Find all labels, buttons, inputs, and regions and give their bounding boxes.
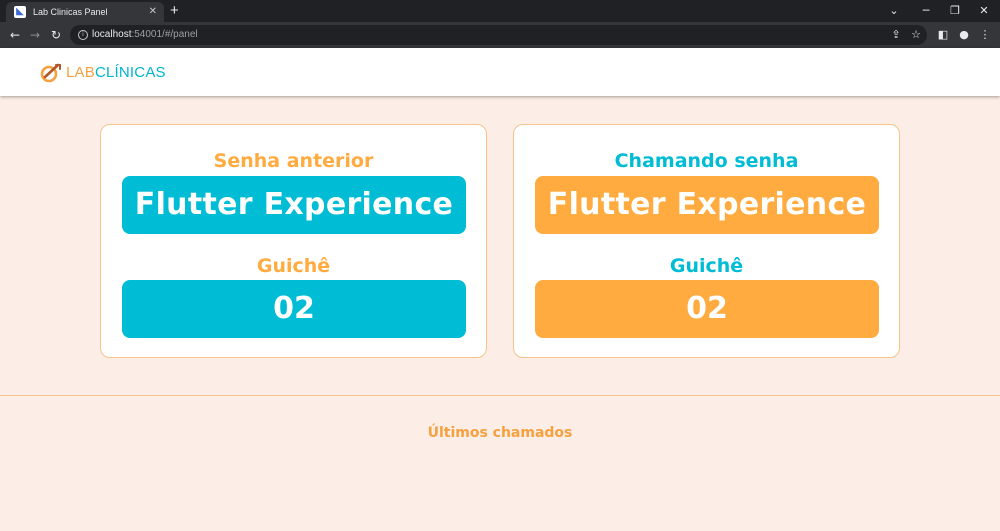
info-icon[interactable]: i — [78, 30, 88, 40]
app-header: LABCLÍNICAS — [0, 48, 1000, 96]
url-text[interactable]: localhost:54001/#/panel — [92, 28, 198, 42]
previous-desk-number: 02 — [122, 280, 466, 338]
previous-heading: Senha anterior — [213, 150, 374, 172]
profile-icon[interactable]: ● — [956, 27, 972, 43]
previous-desk-label: Guichê — [256, 255, 331, 277]
browser-tab-bar: ◣ Lab Clinicas Panel ✕ + ⌄ ─ ❐ ✕ — [0, 0, 1000, 22]
logo-text: LABCLÍNICAS — [66, 64, 166, 81]
previous-password-card: Senha anterior Flutter Experience Guichê… — [100, 124, 487, 358]
previous-password: Flutter Experience — [122, 176, 466, 234]
reload-icon[interactable]: ↻ — [48, 27, 64, 43]
back-icon[interactable]: ← — [7, 27, 23, 43]
menu-icon[interactable]: ⋮ — [977, 27, 993, 43]
new-tab-button[interactable]: + — [170, 3, 179, 18]
minimize-icon[interactable]: ─ — [914, 3, 938, 19]
flutter-icon: ◣ — [14, 6, 26, 18]
recent-calls-title: Últimos chamados — [427, 425, 573, 441]
forward-icon[interactable]: → — [27, 27, 43, 43]
current-password-card: Chamando senha Flutter Experience Guichê… — [513, 124, 900, 358]
current-desk-label: Guichê — [669, 255, 744, 277]
section-divider — [0, 395, 1000, 396]
restore-icon[interactable]: ❐ — [943, 3, 967, 19]
close-window-icon[interactable]: ✕ — [972, 3, 996, 19]
browser-tab[interactable]: ◣ Lab Clinicas Panel ✕ — [6, 2, 164, 22]
star-icon[interactable]: ☆ — [908, 27, 924, 43]
current-heading: Chamando senha — [614, 150, 799, 172]
tab-title: Lab Clinicas Panel — [33, 7, 108, 17]
sidepanel-icon[interactable]: ◧ — [935, 27, 951, 43]
logo-icon — [40, 63, 61, 83]
current-password: Flutter Experience — [535, 176, 879, 234]
share-icon[interactable]: ⇪ — [888, 27, 904, 43]
current-desk-number: 02 — [535, 280, 879, 338]
address-bar[interactable]: i localhost:54001/#/panel ⇪ ☆ — [70, 25, 927, 45]
browser-toolbar: ← → ↻ i localhost:54001/#/panel ⇪ ☆ ◧ ● … — [0, 22, 1000, 48]
tab-search-icon[interactable]: ⌄ — [882, 3, 906, 19]
close-tab-icon[interactable]: ✕ — [149, 5, 157, 19]
